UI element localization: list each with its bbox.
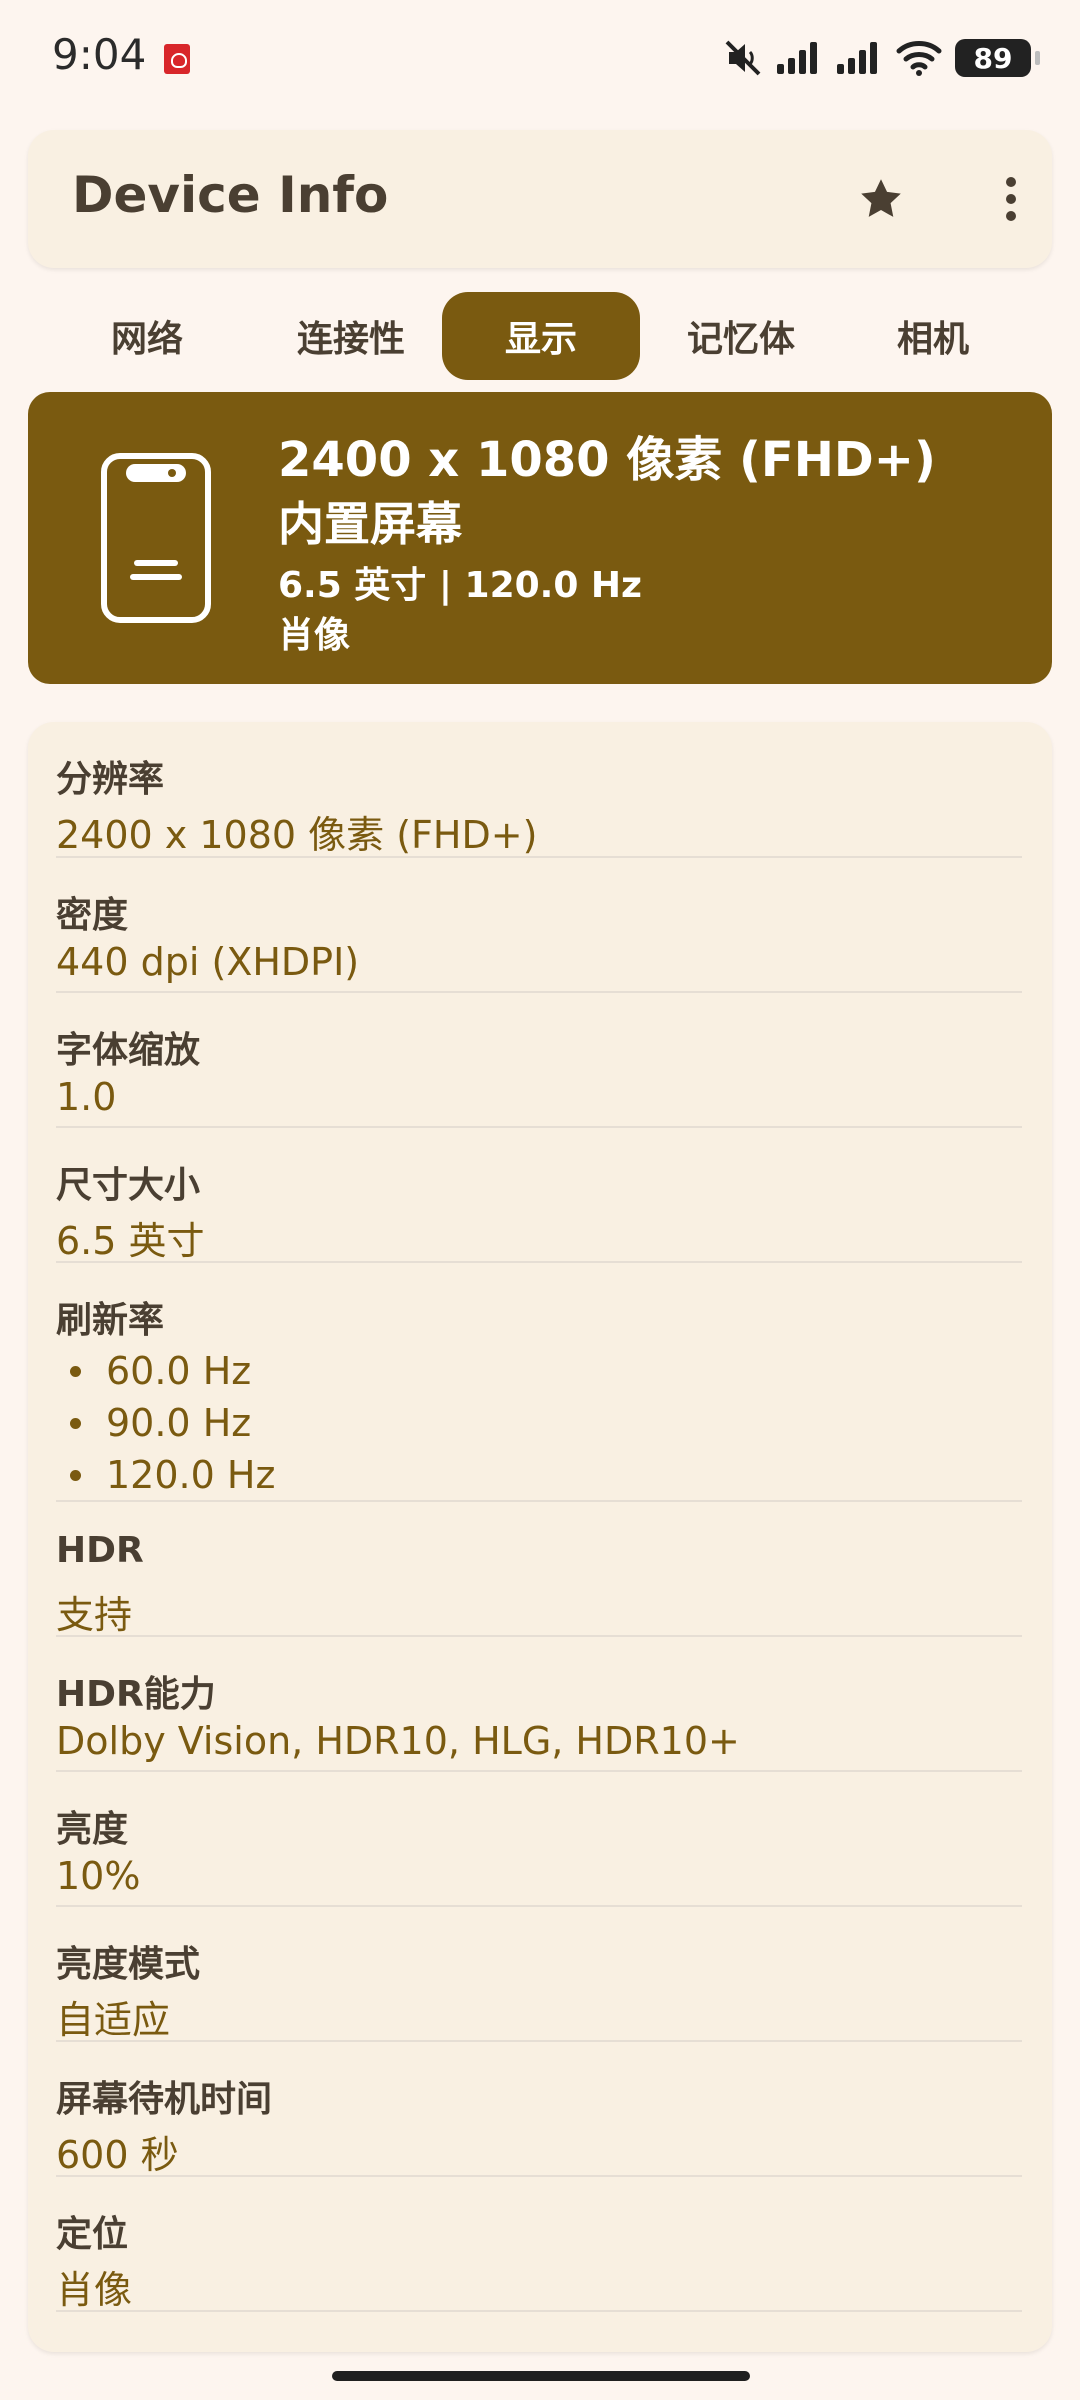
tab-display[interactable]: 显示 xyxy=(442,292,640,380)
row-value: 1.0 xyxy=(56,1075,117,1119)
row-label: 亮度 xyxy=(56,1809,129,1850)
row-label: 刷新率 xyxy=(56,1300,165,1341)
row-value: 440 dpi (XHDPI) xyxy=(56,940,360,984)
row-label: HDR xyxy=(56,1530,144,1571)
row-label: 屏幕待机时间 xyxy=(56,2079,273,2120)
row-label: HDR能力 xyxy=(56,1674,216,1715)
tab-connectivity[interactable]: 连接性 xyxy=(266,292,436,380)
row-label: 定位 xyxy=(56,2214,129,2255)
battery-icon: 89 xyxy=(955,39,1031,77)
home-indicator[interactable] xyxy=(332,2371,750,2381)
row-value: 600 秒 xyxy=(56,2133,179,2177)
row-value: 6.5 英寸 xyxy=(56,1219,205,1263)
phone-icon xyxy=(101,453,211,623)
row-label: 亮度模式 xyxy=(56,1944,201,1985)
star-icon xyxy=(861,179,901,217)
list-item: 亮度 10% xyxy=(56,1772,1022,1907)
signal-icon xyxy=(777,42,817,74)
row-value: 2400 x 1080 像素 (FHD+) xyxy=(56,813,538,857)
bullet-item: 120.0 Hz xyxy=(56,1449,275,1501)
display-info-list: 分辨率 2400 x 1080 像素 (FHD+) 密度 440 dpi (XH… xyxy=(28,722,1052,2352)
row-value: 肖像 xyxy=(56,2268,133,2312)
hero-orientation: 肖像 xyxy=(278,615,351,656)
list-item: 刷新率 60.0 Hz 90.0 Hz 120.0 Hz xyxy=(56,1263,1022,1502)
hero-size-refresh: 6.5 英寸 | 120.0 Hz xyxy=(278,565,643,606)
display-summary-card: 2400 x 1080 像素 (FHD+) 内置屏幕 6.5 英寸 | 120.… xyxy=(28,392,1052,684)
bullet-item: 60.0 Hz xyxy=(56,1345,275,1397)
wifi-icon xyxy=(896,41,942,76)
row-value: 自适应 xyxy=(56,1998,171,2042)
bullet-item: 90.0 Hz xyxy=(56,1397,275,1449)
hero-resolution: 2400 x 1080 像素 (FHD+) xyxy=(278,432,936,488)
row-value: Dolby Vision, HDR10, HLG, HDR10+ xyxy=(56,1719,740,1763)
battery-tip xyxy=(1035,51,1040,65)
list-item: 密度 440 dpi (XHDPI) xyxy=(56,858,1022,993)
mute-icon xyxy=(725,40,761,76)
row-label: 尺寸大小 xyxy=(56,1165,201,1206)
row-label: 字体缩放 xyxy=(56,1030,201,1071)
status-bar: 9:04 89 xyxy=(0,0,1080,120)
more-options-button[interactable] xyxy=(978,166,1044,232)
list-item: 字体缩放 1.0 xyxy=(56,993,1022,1128)
list-item: HDR 支持 xyxy=(56,1502,1022,1637)
list-item: 分辨率 2400 x 1080 像素 (FHD+) xyxy=(56,722,1022,858)
list-item: HDR能力 Dolby Vision, HDR10, HLG, HDR10+ xyxy=(56,1637,1022,1772)
row-label: 密度 xyxy=(56,895,129,936)
list-item: 定位 肖像 xyxy=(56,2177,1022,2312)
list-item: 尺寸大小 6.5 英寸 xyxy=(56,1128,1022,1263)
app-title: Device Info xyxy=(72,166,389,224)
refresh-rate-list: 60.0 Hz 90.0 Hz 120.0 Hz xyxy=(56,1345,275,1501)
top-app-bar: Device Info xyxy=(28,130,1052,268)
list-item: 屏幕待机时间 600 秒 xyxy=(56,2042,1022,2177)
favorite-button[interactable] xyxy=(848,166,914,232)
app-notification-icon xyxy=(164,44,190,74)
status-time: 9:04 xyxy=(52,30,147,79)
more-vert-icon xyxy=(1006,177,1016,221)
tab-network[interactable]: 网络 xyxy=(72,292,222,380)
hero-screen-type: 内置屏幕 xyxy=(278,497,462,551)
row-label: 分辨率 xyxy=(56,759,165,800)
row-value: 10% xyxy=(56,1854,141,1898)
tab-memory[interactable]: 记忆体 xyxy=(656,292,826,380)
row-value: 支持 xyxy=(56,1593,133,1637)
list-item: 亮度模式 自适应 xyxy=(56,1907,1022,2042)
tab-camera[interactable]: 相机 xyxy=(858,292,1008,380)
status-icons: 89 xyxy=(723,34,1040,82)
signal-icon xyxy=(837,42,877,74)
tab-bar: 网络 连接性 显示 记忆体 相机 xyxy=(28,292,1052,380)
